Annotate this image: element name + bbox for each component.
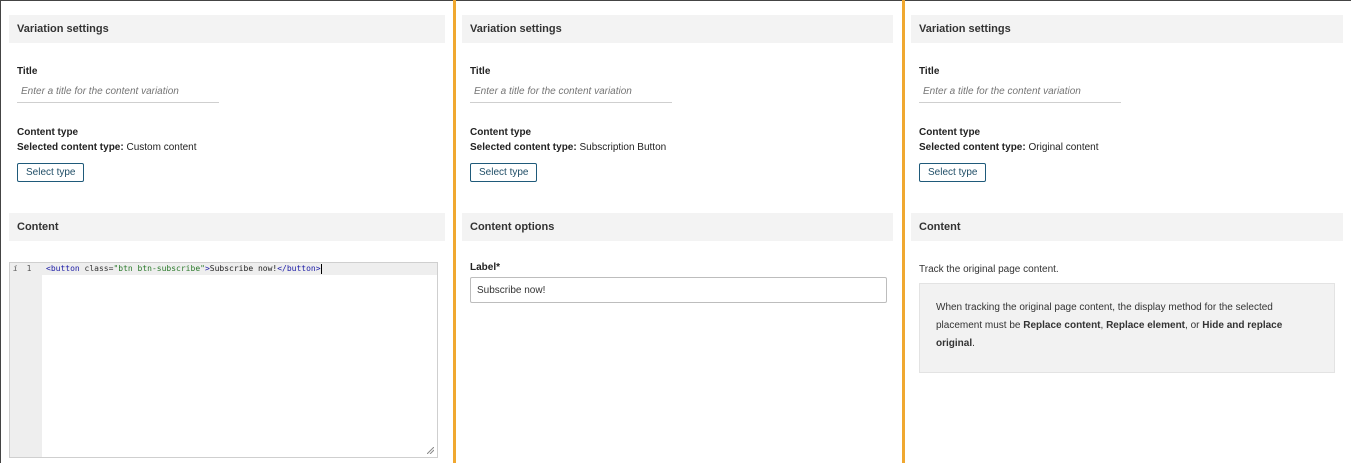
line-number-gutter: i 1 <box>10 263 42 275</box>
title-label: Title <box>919 66 940 77</box>
selected-content-type: Selected content type: Custom content <box>17 142 197 153</box>
title-input[interactable] <box>919 81 1121 103</box>
title-label: Title <box>470 66 491 77</box>
code-text: Subscribe now! <box>209 264 278 273</box>
resize-handle-icon[interactable] <box>427 447 434 454</box>
selected-content-type-prefix: Selected content type: <box>919 142 1026 153</box>
line-number: 1 <box>26 264 32 273</box>
content-type-label: Content type <box>17 127 79 138</box>
variation-panel-original: Variation settings Title Content type Se… <box>911 0 1343 463</box>
label-input[interactable] <box>470 277 887 303</box>
variation-settings-header: Variation settings <box>462 15 893 43</box>
panel-divider-1 <box>453 0 456 463</box>
selected-content-type: Selected content type: Subscription Butt… <box>470 142 666 153</box>
variation-panel-subscription: Variation settings Title Content type Se… <box>462 0 894 463</box>
code-attr-value: "btn btn-subscribe" <box>113 264 205 273</box>
select-type-button[interactable]: Select type <box>919 163 987 182</box>
select-type-button[interactable]: Select type <box>17 163 85 182</box>
info-marker-icon: i <box>13 264 18 273</box>
selected-content-type-value: Custom content <box>126 142 197 153</box>
label-field-label: Label* <box>470 262 501 273</box>
option-replace-content: Replace content <box>1023 320 1101 331</box>
editor-gutter <box>10 263 42 457</box>
title-input[interactable] <box>470 81 672 103</box>
info-separator-2: , or <box>1185 320 1203 331</box>
code-editor[interactable]: i 1 <button class="btn btn-subscribe">Su… <box>9 262 438 458</box>
content-header: Content <box>9 213 445 241</box>
selected-content-type-value: Subscription Button <box>579 142 667 153</box>
variation-settings-header: Variation settings <box>911 15 1343 43</box>
variation-settings-header: Variation settings <box>9 15 445 43</box>
option-replace-element: Replace element <box>1106 320 1186 331</box>
info-end: . <box>972 338 975 349</box>
select-type-button[interactable]: Select type <box>470 163 538 182</box>
text-caret <box>320 263 322 274</box>
info-box: When tracking the original page content,… <box>919 283 1335 373</box>
title-label: Title <box>17 66 38 77</box>
code-open-tag: <button <box>46 264 80 273</box>
code-attr-name: class= <box>79 264 114 273</box>
code-line[interactable]: <button class="btn btn-subscribe">Subscr… <box>42 263 437 275</box>
selected-content-type-value: Original content <box>1028 142 1099 153</box>
selected-content-type: Selected content type: Original content <box>919 142 1099 153</box>
selected-content-type-prefix: Selected content type: <box>17 142 124 153</box>
panel-divider-2 <box>902 0 905 463</box>
content-options-header: Content options <box>462 213 893 241</box>
track-original-text: Track the original page content. <box>919 264 1059 275</box>
selected-content-type-prefix: Selected content type: <box>470 142 577 153</box>
title-input[interactable] <box>17 81 219 103</box>
content-type-label: Content type <box>919 127 981 138</box>
content-header: Content <box>911 213 1343 241</box>
code-close-tag: </button> <box>277 264 321 273</box>
content-type-label: Content type <box>470 127 532 138</box>
